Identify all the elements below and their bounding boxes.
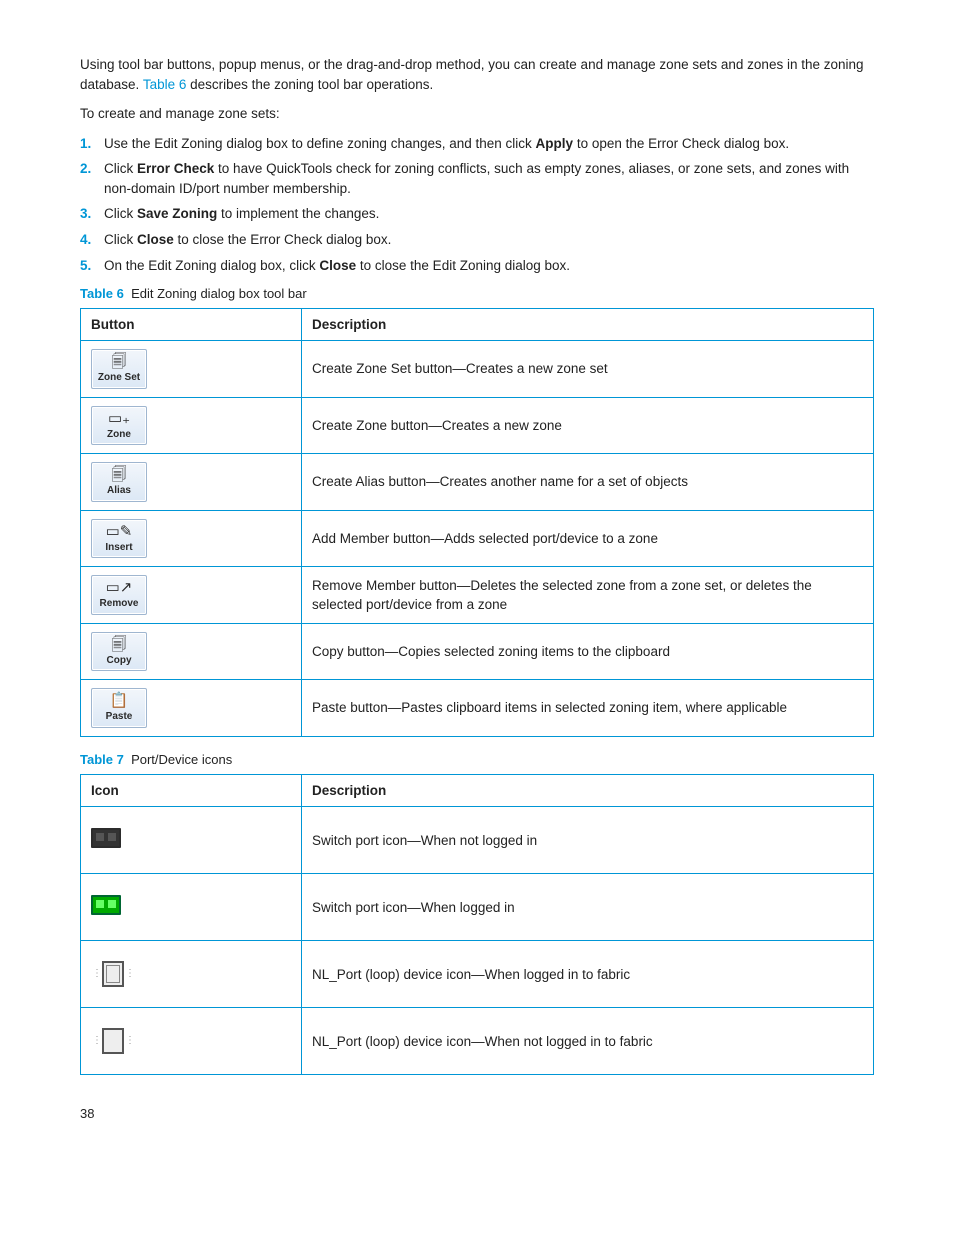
table6-h2: Description: [302, 308, 874, 341]
step-4: 4.Click Close to close the Error Check d…: [80, 230, 874, 250]
table6-caption: Table 6 Edit Zoning dialog box tool bar: [80, 285, 874, 304]
desc-cell: Copy button—Copies selected zoning items…: [302, 623, 874, 680]
remove-button[interactable]: ▭↗Remove: [91, 575, 147, 615]
table6-h1: Button: [81, 308, 302, 341]
table6: Button Description 🗐Zone Set Create Zone…: [80, 308, 874, 737]
desc-cell: Create Zone Set button—Creates a new zon…: [302, 341, 874, 398]
desc-cell: Paste button—Pastes clipboard items in s…: [302, 680, 874, 737]
copy-icon: 🗐: [112, 637, 127, 653]
table7-h2: Description: [302, 774, 874, 807]
table7-header-row: Icon Description: [81, 774, 874, 807]
switch-port-logged-icon: [91, 895, 121, 915]
nl-port-not-logged-icon: ⋮⋮: [91, 1028, 135, 1054]
desc-cell: Add Member button—Adds selected port/dev…: [302, 510, 874, 567]
zone-set-icon: 🗐: [112, 354, 127, 370]
zone-set-button[interactable]: 🗐Zone Set: [91, 349, 147, 389]
step-3: 3.Click Save Zoning to implement the cha…: [80, 204, 874, 224]
steps-list: 1.Use the Edit Zoning dialog box to defi…: [80, 134, 874, 275]
table7-h1: Icon: [81, 774, 302, 807]
table7-caption: Table 7 Port/Device icons: [80, 751, 874, 770]
zone-button[interactable]: ▭₊Zone: [91, 406, 147, 446]
table-row: ▭↗Remove Remove Member button—Deletes th…: [81, 567, 874, 624]
table7: Icon Description Switch port icon—When n…: [80, 774, 874, 1076]
zone-icon: ▭₊: [108, 411, 130, 427]
table-row: ⋮⋮ NL_Port (loop) device icon—When logge…: [81, 941, 874, 1008]
table-row: Switch port icon—When logged in: [81, 874, 874, 941]
table-row: 🗐Copy Copy button—Copies selected zoning…: [81, 623, 874, 680]
alias-button[interactable]: 🗐Alias: [91, 462, 147, 502]
insert-button[interactable]: ▭✎Insert: [91, 519, 147, 559]
paste-icon: 📋: [110, 693, 129, 709]
table-row: Switch port icon—When not logged in: [81, 807, 874, 874]
copy-button[interactable]: 🗐Copy: [91, 632, 147, 672]
desc-cell: Create Zone button—Creates a new zone: [302, 397, 874, 454]
step-5: 5.On the Edit Zoning dialog box, click C…: [80, 256, 874, 276]
desc-cell: Switch port icon—When logged in: [302, 874, 874, 941]
paste-button[interactable]: 📋Paste: [91, 688, 147, 728]
desc-cell: Remove Member button—Deletes the selecte…: [302, 567, 874, 624]
intro-lead: To create and manage zone sets:: [80, 104, 874, 124]
page-number: 38: [80, 1105, 874, 1124]
table-row: 📋Paste Paste button—Pastes clipboard ite…: [81, 680, 874, 737]
step-2: 2.Click Error Check to have QuickTools c…: [80, 159, 874, 198]
insert-icon: ▭✎: [106, 524, 133, 540]
table-row: ▭₊Zone Create Zone button—Creates a new …: [81, 397, 874, 454]
table6-link[interactable]: Table 6: [143, 77, 187, 92]
desc-cell: Switch port icon—When not logged in: [302, 807, 874, 874]
step-1: 1.Use the Edit Zoning dialog box to defi…: [80, 134, 874, 154]
switch-port-not-logged-icon: [91, 828, 121, 848]
remove-icon: ▭↗: [106, 580, 133, 596]
table-row: 🗐Zone Set Create Zone Set button—Creates…: [81, 341, 874, 398]
alias-icon: 🗐: [112, 467, 127, 483]
intro-text-b: describes the zoning tool bar operations…: [186, 77, 433, 92]
table-row: 🗐Alias Create Alias button—Creates anoth…: [81, 454, 874, 511]
table6-header-row: Button Description: [81, 308, 874, 341]
desc-cell: Create Alias button—Creates another name…: [302, 454, 874, 511]
table-row: ▭✎Insert Add Member button—Adds selected…: [81, 510, 874, 567]
intro-paragraph: Using tool bar buttons, popup menus, or …: [80, 55, 874, 94]
desc-cell: NL_Port (loop) device icon—When logged i…: [302, 941, 874, 1008]
desc-cell: NL_Port (loop) device icon—When not logg…: [302, 1008, 874, 1075]
table-row: ⋮⋮ NL_Port (loop) device icon—When not l…: [81, 1008, 874, 1075]
nl-port-logged-icon: ⋮⋮: [91, 961, 135, 987]
